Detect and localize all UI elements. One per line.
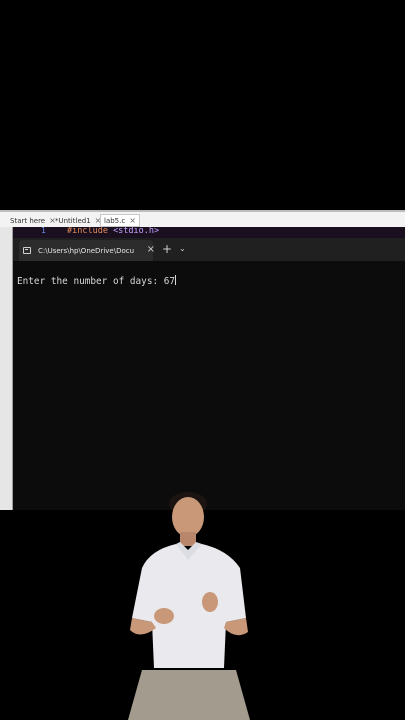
presenter-figure — [128, 492, 250, 720]
terminal-tab-title: C:\Users\hp\OneDrive\Docum — [38, 246, 134, 255]
ide-side-panel — [0, 227, 13, 510]
terminal-window[interactable]: C:\Users\hp\OneDrive\Docum × + ⌄ Enter t… — [13, 238, 405, 510]
terminal-tab[interactable]: C:\Users\hp\OneDrive\Docum × — [19, 240, 155, 261]
ide-tab-bar: Start here × *Untitled1 × lab5.c × — [0, 210, 405, 227]
text-cursor — [175, 275, 177, 285]
code-line: #include <stdio.h> — [67, 227, 159, 236]
close-icon[interactable]: × — [129, 216, 136, 225]
header-name: <stdio.h> — [113, 227, 160, 236]
tab-label: Start here — [10, 216, 46, 225]
tab-lab5-c[interactable]: lab5.c × — [100, 214, 140, 227]
line-number: 1 — [41, 227, 46, 235]
terminal-output: Enter the number of days: 67 — [17, 275, 177, 287]
new-tab-icon[interactable]: + — [162, 242, 172, 256]
terminal-titlebar: C:\Users\hp\OneDrive\Docum × + ⌄ — [13, 238, 405, 261]
tab-label: *Untitled1 — [55, 216, 91, 225]
ide-window: Start here × *Untitled1 × lab5.c × 1 #in… — [0, 210, 405, 510]
tab-untitled1[interactable]: *Untitled1 × — [52, 214, 104, 227]
code-editor[interactable]: 1 #include <stdio.h> — [13, 227, 405, 238]
output-line: Enter the number of days: 67 — [17, 276, 176, 287]
close-icon[interactable]: × — [147, 244, 155, 255]
tab-label: lab5.c — [104, 216, 126, 225]
include-directive: #include — [67, 227, 114, 236]
chevron-down-icon[interactable]: ⌄ — [179, 244, 186, 253]
terminal-icon — [23, 247, 31, 254]
video-frame: Start here × *Untitled1 × lab5.c × 1 #in… — [0, 0, 405, 720]
